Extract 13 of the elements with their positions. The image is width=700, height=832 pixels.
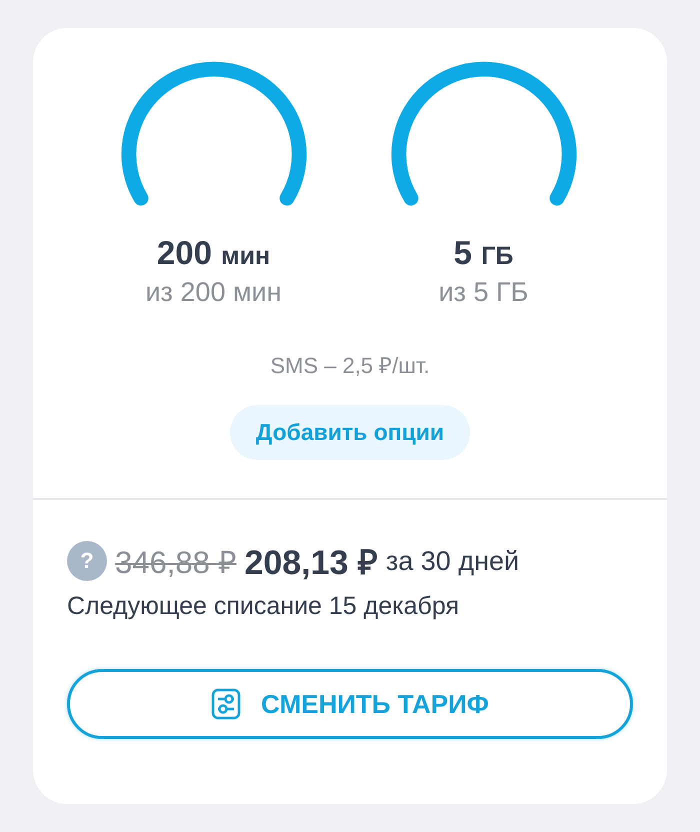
change-tariff-button[interactable]: СМЕНИТЬ ТАРИФ [67,669,633,739]
price-period: за 30 дней [386,546,520,576]
total-amount: из 200 мин [145,276,282,309]
remaining-amount: 5 ГБ [454,234,514,273]
old-price: 346,88 ₽ [115,544,236,582]
remaining-amount: 200 мин [156,234,270,273]
total-amount: из 5 ГБ [438,276,528,309]
help-icon[interactable]: ? [67,541,107,581]
sms-rate: SMS – 2,5 ₽/шт. [270,352,430,379]
add-options-button[interactable]: Добавить опции [230,405,470,460]
sliders-icon [211,688,242,720]
next-charge-date: Следующее списание 15 декабря [67,592,460,621]
current-price: 208,13 ₽ [244,543,378,584]
